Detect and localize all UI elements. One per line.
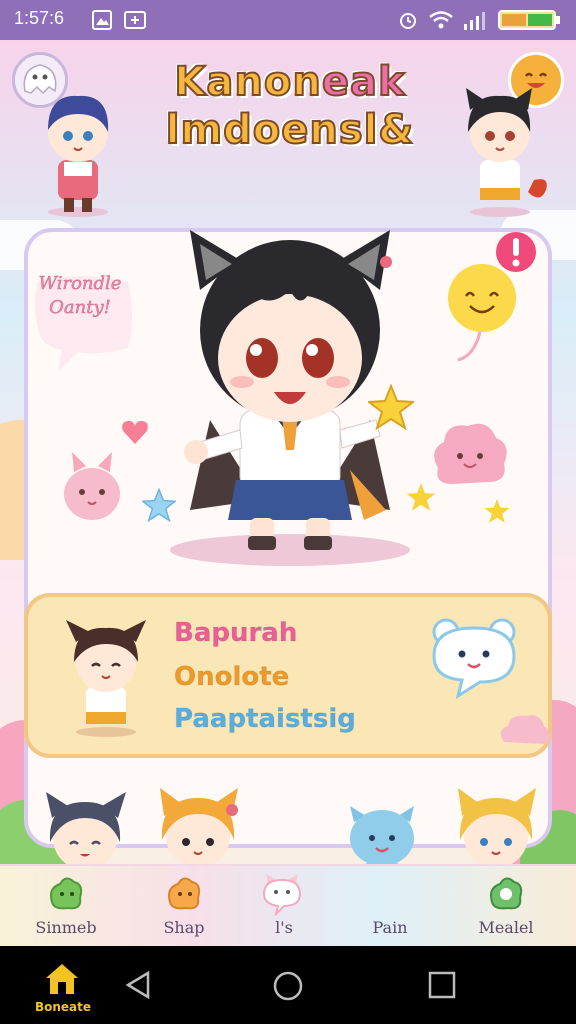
blue-bear-bubble-icon: [432, 618, 516, 700]
brown-hair-boy-character: [66, 620, 146, 737]
gallery-notification-icon: [92, 10, 112, 30]
title-part-a: Kanon: [173, 58, 322, 106]
info-line-name: Bapurah: [173, 618, 298, 649]
nav-item-mealel[interactable]: Mealel: [456, 866, 556, 946]
title-line-2: lmdoensl&: [165, 106, 415, 154]
wifi-icon: [429, 11, 453, 29]
system-navigation-bar: Boneate: [0, 946, 576, 1024]
green-blob-icon: [50, 877, 83, 910]
screen-cast-icon: [124, 11, 146, 29]
yellow-star-icon: [368, 384, 414, 430]
pink-bunny-icon: [64, 452, 120, 520]
nav-item-ls[interactable]: l's: [234, 866, 334, 946]
cat-ear-girl-character[interactable]: [150, 180, 430, 570]
cat-ear-boy-character: [466, 88, 547, 217]
green-badge-icon: [490, 877, 523, 910]
back-icon[interactable]: [124, 970, 152, 1000]
nav-label: Mealel: [478, 918, 534, 937]
pink-heart-icon: [122, 420, 148, 444]
blue-star-icon: [142, 488, 176, 522]
home-icon[interactable]: [42, 960, 82, 996]
smiley-bubble-icon: [448, 264, 516, 362]
status-bar: 1:57:6: [0, 0, 576, 40]
nav-item-pain[interactable]: Pain: [340, 866, 440, 946]
nav-item-sinmeb[interactable]: Sinmeb: [16, 866, 116, 946]
recents-icon[interactable]: [428, 971, 456, 999]
speech-bubble-text: Wirondle Oanty!: [38, 273, 122, 319]
app-screen: Kanoneak lmdoensl& Wirondle Oanty! Bapur…: [0, 40, 576, 946]
blue-hair-boy-character: [48, 95, 109, 217]
info-line-detail: Paaptaistsig: [174, 704, 357, 735]
nav-label: l's: [275, 918, 293, 937]
pink-cloud-face-icon: [434, 423, 507, 484]
status-time: 1:57:6: [14, 8, 65, 28]
home-label: Boneate: [34, 1000, 92, 1014]
title-part-b: eak: [321, 58, 406, 106]
alarm-icon: [400, 13, 416, 29]
white-cat-bubble-icon: [262, 874, 302, 916]
pink-cloud-icon: [500, 715, 550, 744]
nav-label: Sinmeb: [35, 918, 97, 937]
yellow-star-small-icon: [406, 483, 436, 511]
info-line-status: Onolote: [173, 662, 290, 693]
title-line-1: Kanoneak: [130, 58, 450, 106]
signal-icon: [464, 12, 485, 30]
nav-label: Pain: [372, 918, 408, 937]
battery-icon: [498, 10, 560, 30]
orange-blob-icon: [168, 877, 201, 910]
nav-item-shap[interactable]: Shap: [134, 866, 234, 946]
yellow-star-small-icon: [484, 499, 510, 523]
app-title: Kanoneak lmdoensl&: [130, 58, 450, 154]
recents-home-circle-icon[interactable]: [272, 970, 304, 1002]
bottom-navigation: Sinmeb Shap l's Pain Mealel: [0, 864, 576, 946]
nav-label: Shap: [163, 918, 205, 937]
